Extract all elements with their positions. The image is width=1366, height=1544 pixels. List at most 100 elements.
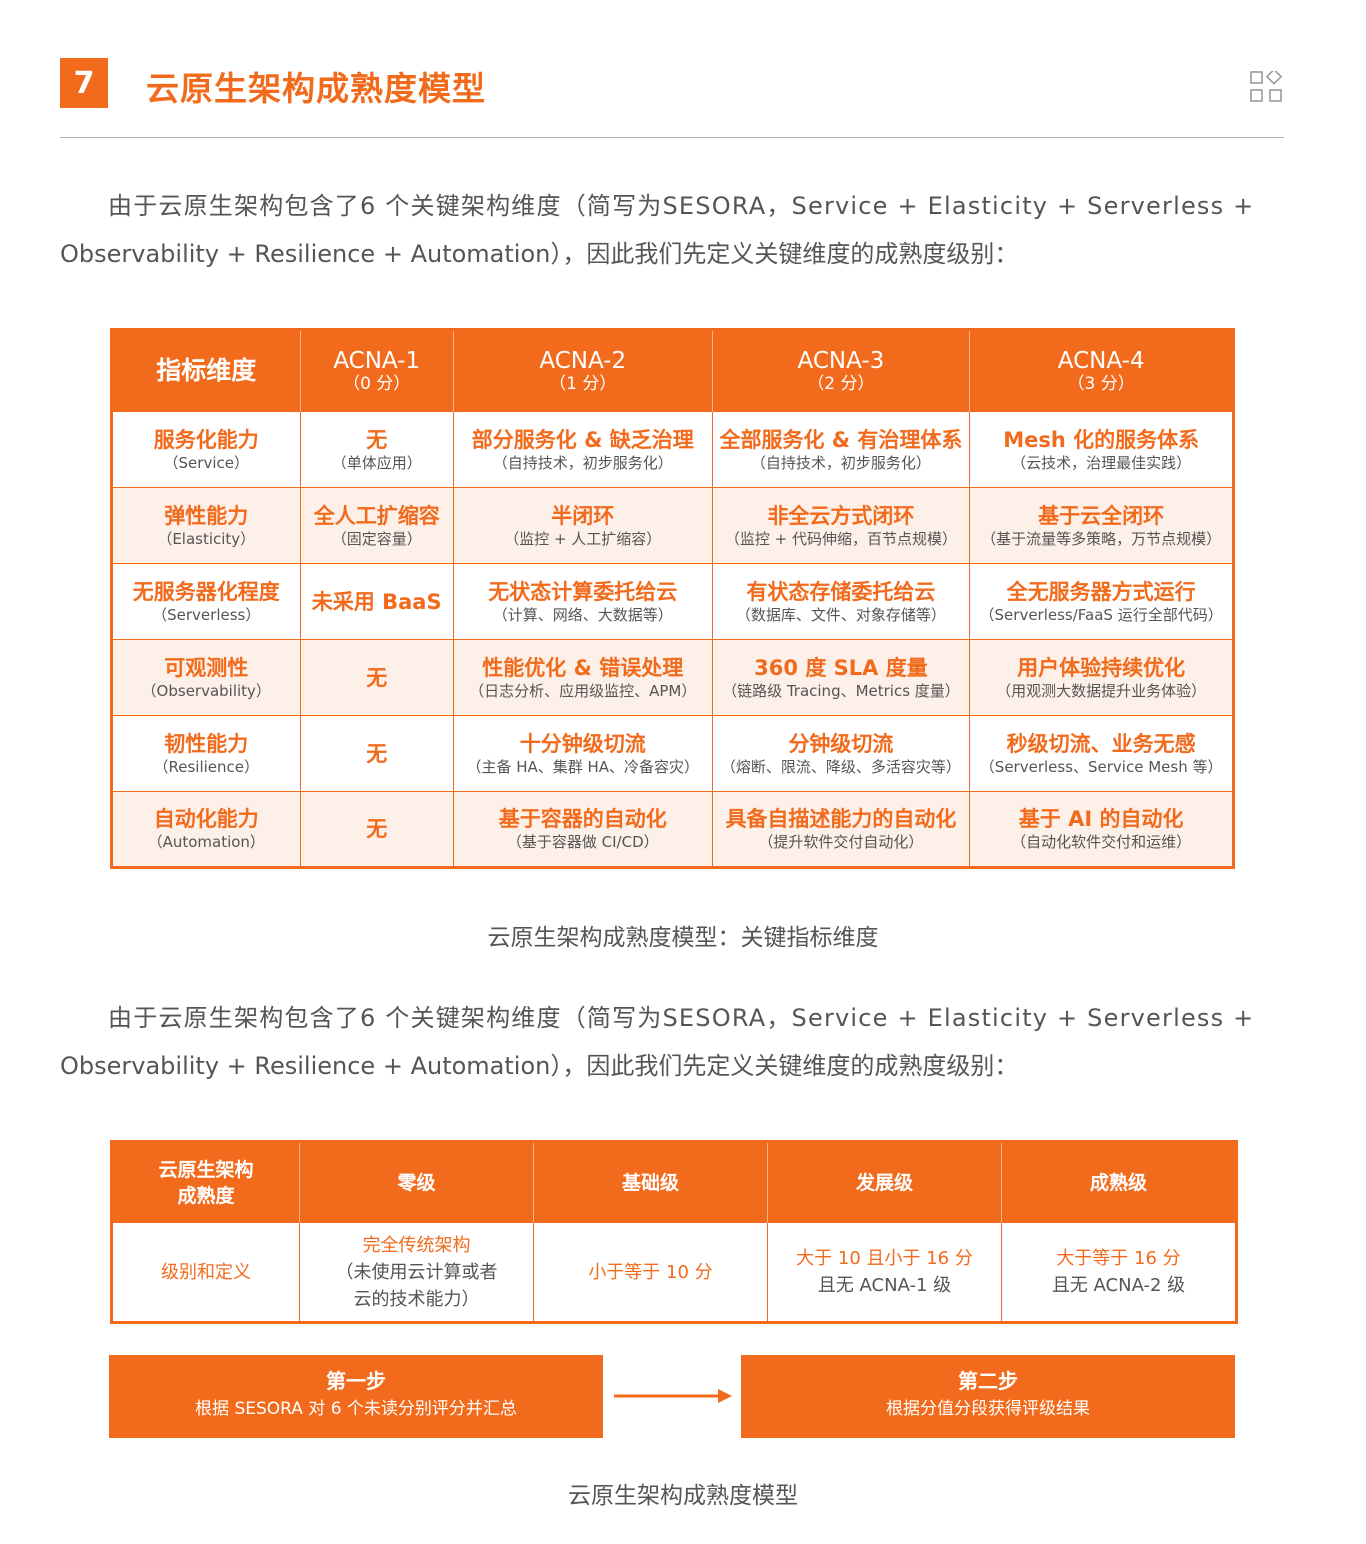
- cell-sub-text: （Serverless、Service Mesh 等）: [979, 757, 1223, 776]
- table-cell: 基于容器的自动化 （基于容器做 CI/CD）: [452, 791, 713, 868]
- page-header: 7 云原生架构成熟度模型: [60, 58, 1284, 110]
- cell-main-text: Mesh 化的服务体系: [1003, 427, 1200, 452]
- cell-main-text: 无: [366, 817, 388, 841]
- cell-sub-text: （Service）: [163, 453, 249, 472]
- table-cell: 基于云全闭环 （基于流量等多策略，万节点规模）: [969, 487, 1234, 564]
- step-title: 第一步: [326, 1369, 386, 1393]
- cell-sub-text: （云技术，治理最佳实践）: [1011, 453, 1192, 472]
- table-row: 韧性能力 （Resilience） 无 十分钟级切流 （主备 HA、集群 HA、冷备容灾…: [111, 715, 1234, 792]
- cell-main-text: 部分服务化 & 缺乏治理: [471, 427, 694, 452]
- dimension-label-cell: 可观测性 （Observability）: [111, 639, 301, 716]
- cell-sub-text: （Serverless/FaaS 运行全部代码）: [979, 605, 1223, 624]
- table-row: 弹性能力 （Elasticity） 全人工扩缩容 （固定容量） 半闭环 （监控 + 人工扩…: [111, 487, 1234, 564]
- header-cell: ACNA-1 （0 分）: [300, 329, 454, 412]
- cell-main-text: 基于云全闭环: [1038, 503, 1165, 528]
- step-title: 第二步: [958, 1369, 1018, 1393]
- table-cell: 360 度 SLA 度量 （链路级 Tracing、Metrics 度量）: [711, 639, 971, 716]
- step-two-box: 第二步 根据分值分段获得评级结果: [741, 1355, 1235, 1438]
- cell-main-text: 性能优化 & 错误处理: [482, 655, 684, 680]
- header-cell: 成熟级: [1001, 1141, 1237, 1223]
- header-cell: ACNA-2 （1 分）: [453, 329, 713, 412]
- cell-main-text: 360 度 SLA 度量: [754, 655, 928, 680]
- table-header-row: 指标维度 ACNA-1 （0 分） ACNA-2 （1 分） ACNA-3 （2 分）…: [111, 329, 1234, 412]
- table-cell: 基于 AI 的自动化 （自动化软件交付和运维）: [969, 791, 1234, 868]
- table-cell: 大于等于 16 分 且无 ACNA-2 级: [1001, 1222, 1237, 1323]
- cell-sub-text: （计算、网络、大数据等）: [492, 605, 673, 624]
- cell-sub-text: （Observability）: [141, 681, 271, 700]
- step-description: 根据分值分段获得评级结果: [886, 1399, 1090, 1419]
- cell-main-text: 弹性能力: [164, 503, 249, 528]
- cell-sub-text: （自持技术，初步服务化）: [492, 453, 673, 472]
- cell-main-text: 可观测性: [164, 655, 249, 680]
- cell-main-text: 有状态存储委托给云: [746, 579, 936, 604]
- figure-caption: 云原生架构成熟度模型: [568, 1483, 798, 1509]
- step-description: 根据 SESORA 对 6 个未读分别评分并汇总: [195, 1399, 517, 1419]
- intro-paragraph-2: 由于云原生架构包含了6 个关键架构维度（简写为SESORA，Service + …: [60, 994, 1284, 1090]
- table-caption: 云原生架构成熟度模型：关键指标维度: [487, 925, 879, 951]
- cell-main-text: 服务化能力: [153, 427, 259, 452]
- table-cell: 性能优化 & 错误处理 （日志分析、应用级监控、APM）: [452, 639, 713, 716]
- cell-main-text: 全人工扩缩容: [313, 503, 440, 528]
- table-cell: Mesh 化的服务体系 （云技术，治理最佳实践）: [969, 411, 1234, 488]
- cell-main-text: 无服务器化程度: [132, 579, 280, 604]
- cell-sub-text: （基于容器做 CI/CD）: [506, 833, 659, 851]
- cell-sub-text: （Resilience）: [153, 757, 259, 776]
- dimension-label-cell: 弹性能力 （Elasticity）: [111, 487, 301, 564]
- table-header-row: 云原生架构 成熟度 零级 基础级 发展级 成熟级: [111, 1141, 1237, 1223]
- cell-sub-text: （数据库、文件、对象存储等）: [735, 605, 946, 624]
- header-cell: ACNA-3 （2 分）: [712, 329, 971, 412]
- header-cell: 零级: [299, 1141, 534, 1223]
- cell-sub-text: （用观测大数据提升业务体验）: [996, 681, 1207, 700]
- cell-main-text: 未采用 BaaS: [311, 589, 442, 614]
- header-cell: 发展级: [767, 1141, 1002, 1223]
- table-cell: 全人工扩缩容 （固定容量）: [299, 487, 454, 564]
- table-cell: 无（单体应用）: [299, 411, 454, 488]
- cell-main-text: 无: [366, 665, 388, 690]
- cell-main-text: 半闭环: [551, 503, 615, 528]
- cell-sub-text: （监控 + 代码伸缩，百节点规模）: [724, 529, 957, 548]
- cell-main-text: 韧性能力: [164, 731, 249, 756]
- intro-paragraph-1: 由于云原生架构包含了6 个关键架构维度（简写为SESORA，Service + …: [60, 182, 1284, 278]
- table-cell: 无: [299, 715, 454, 792]
- dimension-label-cell: 服务化能力 （Service）: [111, 411, 301, 488]
- table-cell: 具备自描述能力的自动化 （提升软件交付自动化）: [711, 791, 971, 868]
- header-cell: ACNA-4 （3 分）: [969, 329, 1234, 412]
- cell-sub-text: （Serverless）: [152, 605, 261, 624]
- header-cell: 指标维度: [111, 329, 301, 412]
- table-row: 可观测性 （Observability） 无 性能优化 & 错误处理 （日志分析、应用级…: [111, 639, 1234, 716]
- table-cell: 全无服务器方式运行 （Serverless/FaaS 运行全部代码）: [969, 563, 1234, 640]
- cell-main-text: 分钟级切流: [788, 731, 894, 756]
- maturity-level-table: 云原生架构 成熟度 零级 基础级 发展级 成熟级 级别和定义 完全传统架构 （未使…: [110, 1140, 1238, 1324]
- right-arrow-icon: [614, 1389, 732, 1403]
- cell-sub-text: （单体应用）: [331, 453, 422, 472]
- dimension-label-cell: 韧性能力 （Resilience）: [111, 715, 301, 792]
- table-cell: 十分钟级切流 （主备 HA、集群 HA、冷备容灾）: [452, 715, 713, 792]
- cell-main-text: 自动化能力: [153, 807, 259, 831]
- table-cell: 有状态存储委托给云 （数据库、文件、对象存储等）: [711, 563, 971, 640]
- step-one-box: 第一步 根据 SESORA 对 6 个未读分别评分并汇总: [109, 1355, 603, 1438]
- paragraph-line: Observability + Resilience + Automation）…: [60, 240, 1019, 268]
- cell-main-text: 全无服务器方式运行: [1006, 579, 1196, 604]
- paragraph-line: 由于云原生架构包含了6 个关键架构维度（简写为SESORA，Service + …: [108, 1004, 1255, 1032]
- table-cell: 大于 10 且小于 16 分 且无 ACNA-1 级: [767, 1222, 1002, 1323]
- cell-sub-text: （链路级 Tracing、Metrics 度量）: [722, 681, 960, 700]
- cell-main-text: 秒级切流、业务无感: [1006, 731, 1196, 756]
- grid-diamond-icon: [1250, 71, 1283, 102]
- table-cell: 小于等于 10 分: [533, 1222, 768, 1323]
- cell-sub-text: （自动化软件交付和运维）: [1011, 833, 1192, 851]
- table-cell: 无: [299, 639, 454, 716]
- table-cell: 分钟级切流 （熔断、限流、降级、多活容灾等）: [711, 715, 971, 792]
- cell-sub-text: （日志分析、应用级监控、APM）: [469, 681, 697, 700]
- table-cell: 无: [299, 791, 454, 868]
- dimension-label-cell: 无服务器化程度 （Serverless）: [111, 563, 301, 640]
- header-cell: 云原生架构 成熟度: [111, 1141, 300, 1223]
- cell-sub-text: （提升软件交付自动化）: [758, 833, 924, 851]
- table-row: 无服务器化程度 （Serverless） 未采用 BaaS 无状态计算委托给云 （计算、…: [111, 563, 1234, 640]
- cell-main-text: 全部服务化 & 有治理体系: [719, 427, 963, 452]
- cell-sub-text: （Automation）: [147, 833, 265, 851]
- table-row: 级别和定义 完全传统架构 （未使用云计算或者 云的技术能力） 小于等于 10 分…: [111, 1222, 1237, 1323]
- cell-main-text: 无状态计算委托给云: [488, 579, 678, 604]
- cell-sub-text: （监控 + 人工扩缩容）: [504, 529, 662, 548]
- cell-sub-text: （固定容量）: [331, 529, 422, 548]
- chapter-number: 7: [60, 58, 108, 108]
